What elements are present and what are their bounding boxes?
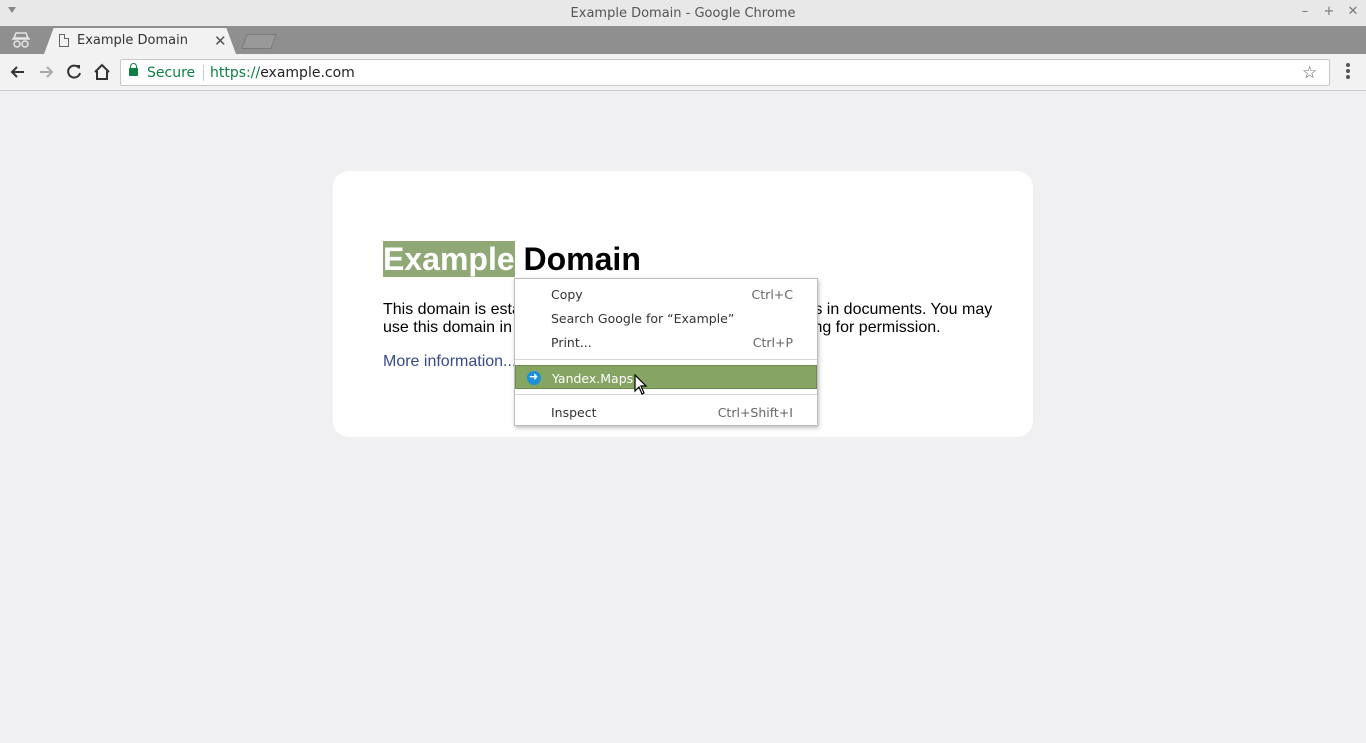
menu-divider xyxy=(515,394,817,395)
more-information-link[interactable]: More information... xyxy=(383,353,516,371)
tab-title: Example Domain xyxy=(77,33,188,48)
menu-item-shortcut: Ctrl+C xyxy=(751,287,793,302)
context-menu: Copy Ctrl+C Search Google for “Example” … xyxy=(514,278,818,426)
menu-item-inspect[interactable]: Inspect Ctrl+Shift+I xyxy=(515,400,817,424)
url-host: example.com xyxy=(260,65,355,81)
menu-item-copy[interactable]: Copy Ctrl+C xyxy=(515,282,817,306)
menu-item-shortcut: Ctrl+P xyxy=(752,335,793,350)
arrow-right-circle-icon xyxy=(527,370,541,385)
incognito-icon xyxy=(12,32,30,48)
home-icon[interactable] xyxy=(92,62,112,82)
close-window-button[interactable]: ✕ xyxy=(1345,4,1361,20)
omnibox-divider xyxy=(203,65,204,81)
menu-item-label: Copy xyxy=(551,287,583,302)
menu-item-print[interactable]: Print... Ctrl+P xyxy=(515,330,817,354)
lock-icon[interactable] xyxy=(129,63,138,76)
bookmark-star-icon[interactable]: ☆ xyxy=(1302,63,1317,83)
minimize-button[interactable]: – xyxy=(1297,4,1313,20)
menu-item-label: Print... xyxy=(551,335,592,350)
window-title: Example Domain - Google Chrome xyxy=(570,6,796,21)
maximize-button[interactable]: + xyxy=(1321,4,1337,20)
menu-item-label: Search Google for “Example” xyxy=(551,311,735,326)
tab-example-domain[interactable]: Example Domain ✕ xyxy=(44,28,236,54)
window-titlebar: Example Domain - Google Chrome – + ✕ xyxy=(0,0,1366,26)
tab-strip: Example Domain ✕ xyxy=(0,26,1366,54)
menu-divider xyxy=(515,359,817,360)
tab-close-icon[interactable]: ✕ xyxy=(214,32,227,50)
menu-item-label: Yandex.Maps xyxy=(552,371,634,386)
mouse-cursor-icon xyxy=(634,374,648,395)
menu-item-yandex-maps[interactable]: Yandex.Maps xyxy=(515,365,817,389)
chrome-menu-icon[interactable] xyxy=(1340,62,1356,82)
address-bar[interactable]: Secure https://example.com ☆ xyxy=(120,59,1330,86)
reload-icon[interactable] xyxy=(64,62,84,82)
heading-rest: Domain xyxy=(514,241,641,277)
back-arrow-icon[interactable] xyxy=(8,62,28,82)
menu-item-shortcut: Ctrl+Shift+I xyxy=(717,405,793,420)
forward-arrow-icon[interactable] xyxy=(36,62,56,82)
menu-item-search-google[interactable]: Search Google for “Example” xyxy=(515,306,817,330)
page-heading: Example Domain xyxy=(383,241,641,278)
url-scheme: https:// xyxy=(210,65,261,81)
new-tab-button[interactable] xyxy=(241,34,277,49)
url-text[interactable]: https://example.com xyxy=(210,65,355,81)
page-icon xyxy=(59,34,69,47)
browser-toolbar: Secure https://example.com ☆ xyxy=(0,54,1366,91)
selected-text[interactable]: Example xyxy=(383,241,515,277)
menu-item-label: Inspect xyxy=(551,405,597,420)
security-label[interactable]: Secure xyxy=(147,65,195,81)
